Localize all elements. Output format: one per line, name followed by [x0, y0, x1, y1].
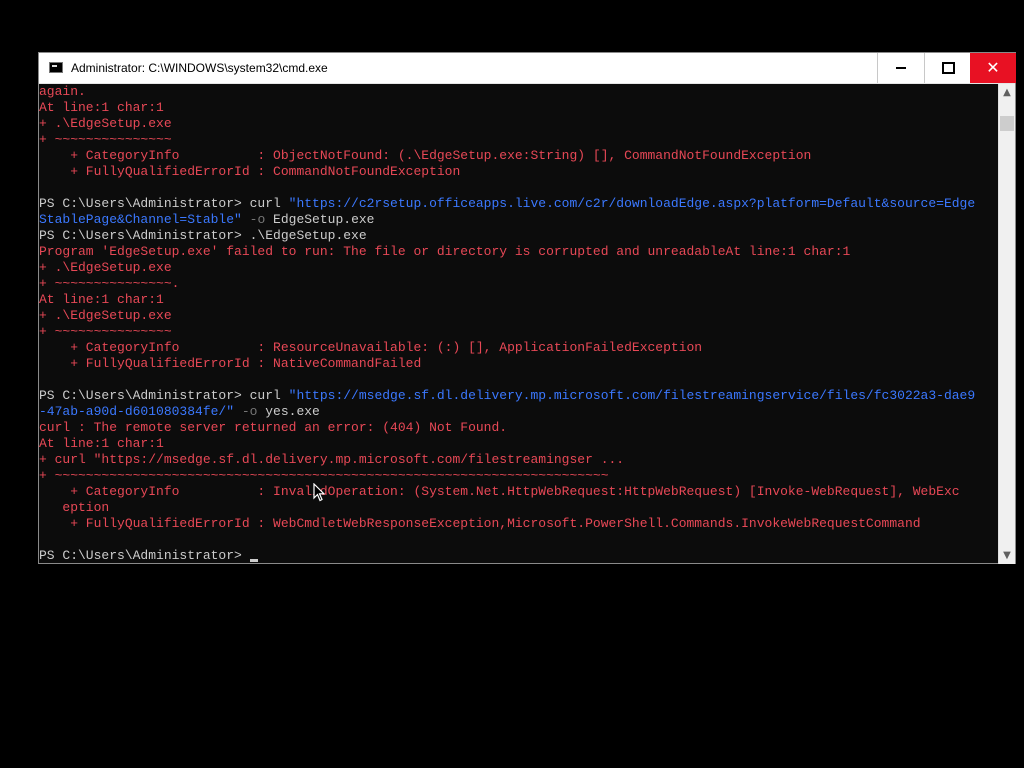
console-output[interactable]: again. At line:1 char:1 + .\EdgeSetup.exe +…: [39, 84, 999, 564]
console-text: Program 'EdgeSetup.exe' failed to run: T…: [39, 244, 851, 259]
console-text: At line:1 char:1: [39, 292, 164, 307]
console-text: + FullyQualifiedErrorId : WebCmdletWebRe…: [39, 516, 921, 531]
console-text: + CategoryInfo : InvalidOperation: (Syst…: [39, 484, 960, 499]
console-text: yes.exe: [257, 404, 320, 419]
console-text: PS C:\Users\Administrator> .\EdgeSetup.e…: [39, 228, 367, 243]
console-line: + ~~~~~~~~~~~~~~~: [39, 324, 999, 340]
console-text: + ~~~~~~~~~~~~~~~~~~~~~~~~~~~~~~~~~~~~~~…: [39, 468, 609, 483]
scroll-down-arrow-icon[interactable]: ▼: [999, 547, 1015, 564]
console-text: "https://msedge.sf.dl.delivery.mp.micros…: [288, 388, 976, 403]
console-text: + curl "https://msedge.sf.dl.delivery.mp…: [39, 452, 625, 467]
console-line: + .\EdgeSetup.exe: [39, 308, 999, 324]
console-line: + CategoryInfo : InvalidOperation: (Syst…: [39, 484, 999, 500]
console-text: + CategoryInfo : ResourceUnavailable: (:…: [39, 340, 703, 355]
close-icon: ✕: [986, 58, 1000, 77]
console-line: + curl "https://msedge.sf.dl.delivery.mp…: [39, 452, 999, 468]
console-text: PS C:\Users\Administrator> curl: [39, 388, 289, 403]
mouse-pointer-icon: [313, 483, 325, 502]
window-title: Administrator: C:\WINDOWS\system32\cmd.e…: [71, 61, 328, 75]
minimize-button[interactable]: [877, 53, 924, 83]
console-text: + ~~~~~~~~~~~~~~~: [39, 324, 172, 339]
console-line: + CategoryInfo : ResourceUnavailable: (:…: [39, 340, 999, 356]
console-text: + .\EdgeSetup.exe: [39, 260, 172, 275]
console-line: StablePage&Channel=Stable" -o EdgeSetup.…: [39, 212, 999, 228]
console-text: + .\EdgeSetup.exe: [39, 116, 172, 131]
console-line: PS C:\Users\Administrator> .\EdgeSetup.e…: [39, 228, 999, 244]
console-line: + FullyQualifiedErrorId : WebCmdletWebRe…: [39, 516, 999, 532]
console-line: + .\EdgeSetup.exe: [39, 116, 999, 132]
console-text: -o: [234, 404, 258, 419]
console-line: eption: [39, 500, 999, 516]
minimize-icon: [896, 67, 906, 69]
maximize-icon: [941, 62, 955, 74]
text-cursor: [249, 559, 258, 562]
console-text: EdgeSetup.exe: [265, 212, 375, 227]
console-text: + .\EdgeSetup.exe: [39, 308, 172, 323]
console-text: -o: [241, 212, 266, 227]
console-text: At line:1 char:1: [39, 436, 164, 451]
console-line: + CategoryInfo : ObjectNotFound: (.\Edge…: [39, 148, 999, 164]
console-line: At line:1 char:1: [39, 292, 999, 308]
close-button[interactable]: ✕: [970, 53, 1016, 83]
console-line: + FullyQualifiedErrorId : NativeCommandF…: [39, 356, 999, 372]
cmd-window: Administrator: C:\WINDOWS\system32\cmd.e…: [38, 52, 1016, 564]
console-line: PS C:\Users\Administrator> curl "https:/…: [39, 196, 999, 212]
console-line: + ~~~~~~~~~~~~~~~.: [39, 276, 999, 292]
vertical-scrollbar[interactable]: ▲ ▼: [998, 84, 1015, 564]
console-line: curl : The remote server returned an err…: [39, 420, 999, 436]
console-line: + .\EdgeSetup.exe: [39, 260, 999, 276]
console-text: + ~~~~~~~~~~~~~~~.: [39, 276, 180, 291]
scroll-up-arrow-icon[interactable]: ▲: [999, 84, 1015, 101]
console-text: + FullyQualifiedErrorId : CommandNotFoun…: [39, 164, 461, 179]
console-text: again.: [39, 84, 86, 99]
console-line: again.: [39, 84, 999, 100]
console-text: PS C:\Users\Administrator> curl: [39, 196, 289, 211]
console-line: At line:1 char:1: [39, 436, 999, 452]
console-line: + FullyQualifiedErrorId : CommandNotFoun…: [39, 164, 999, 180]
console-text: -47ab-a90d-d601080384fe/": [39, 404, 235, 419]
console-line: At line:1 char:1: [39, 100, 999, 116]
console-line: + ~~~~~~~~~~~~~~~~~~~~~~~~~~~~~~~~~~~~~~…: [39, 468, 999, 484]
console-text: + ~~~~~~~~~~~~~~~: [39, 132, 172, 147]
prompt-line[interactable]: PS C:\Users\Administrator>: [39, 548, 999, 564]
console-text: At line:1 char:1: [39, 100, 164, 115]
scroll-thumb[interactable]: [1000, 116, 1014, 131]
console-text: curl : The remote server returned an err…: [39, 420, 508, 435]
prompt-text: PS C:\Users\Administrator>: [39, 548, 250, 563]
console-text: + FullyQualifiedErrorId : NativeCommandF…: [39, 356, 422, 371]
console-text: eption: [39, 500, 110, 515]
console-text: StablePage&Channel=Stable": [39, 212, 242, 227]
maximize-button[interactable]: [924, 53, 971, 83]
console-line: PS C:\Users\Administrator> curl "https:/…: [39, 388, 999, 404]
console-line: Program 'EdgeSetup.exe' failed to run: T…: [39, 244, 999, 260]
cmd-app-icon[interactable]: [49, 62, 63, 73]
console-line: -47ab-a90d-d601080384fe/" -o yes.exe: [39, 404, 999, 420]
title-bar[interactable]: Administrator: C:\WINDOWS\system32\cmd.e…: [39, 53, 1016, 84]
console-text: "https://c2rsetup.officeapps.live.com/c2…: [288, 196, 976, 211]
console-text: + CategoryInfo : ObjectNotFound: (.\Edge…: [39, 148, 812, 163]
console-line: + ~~~~~~~~~~~~~~~: [39, 132, 999, 148]
